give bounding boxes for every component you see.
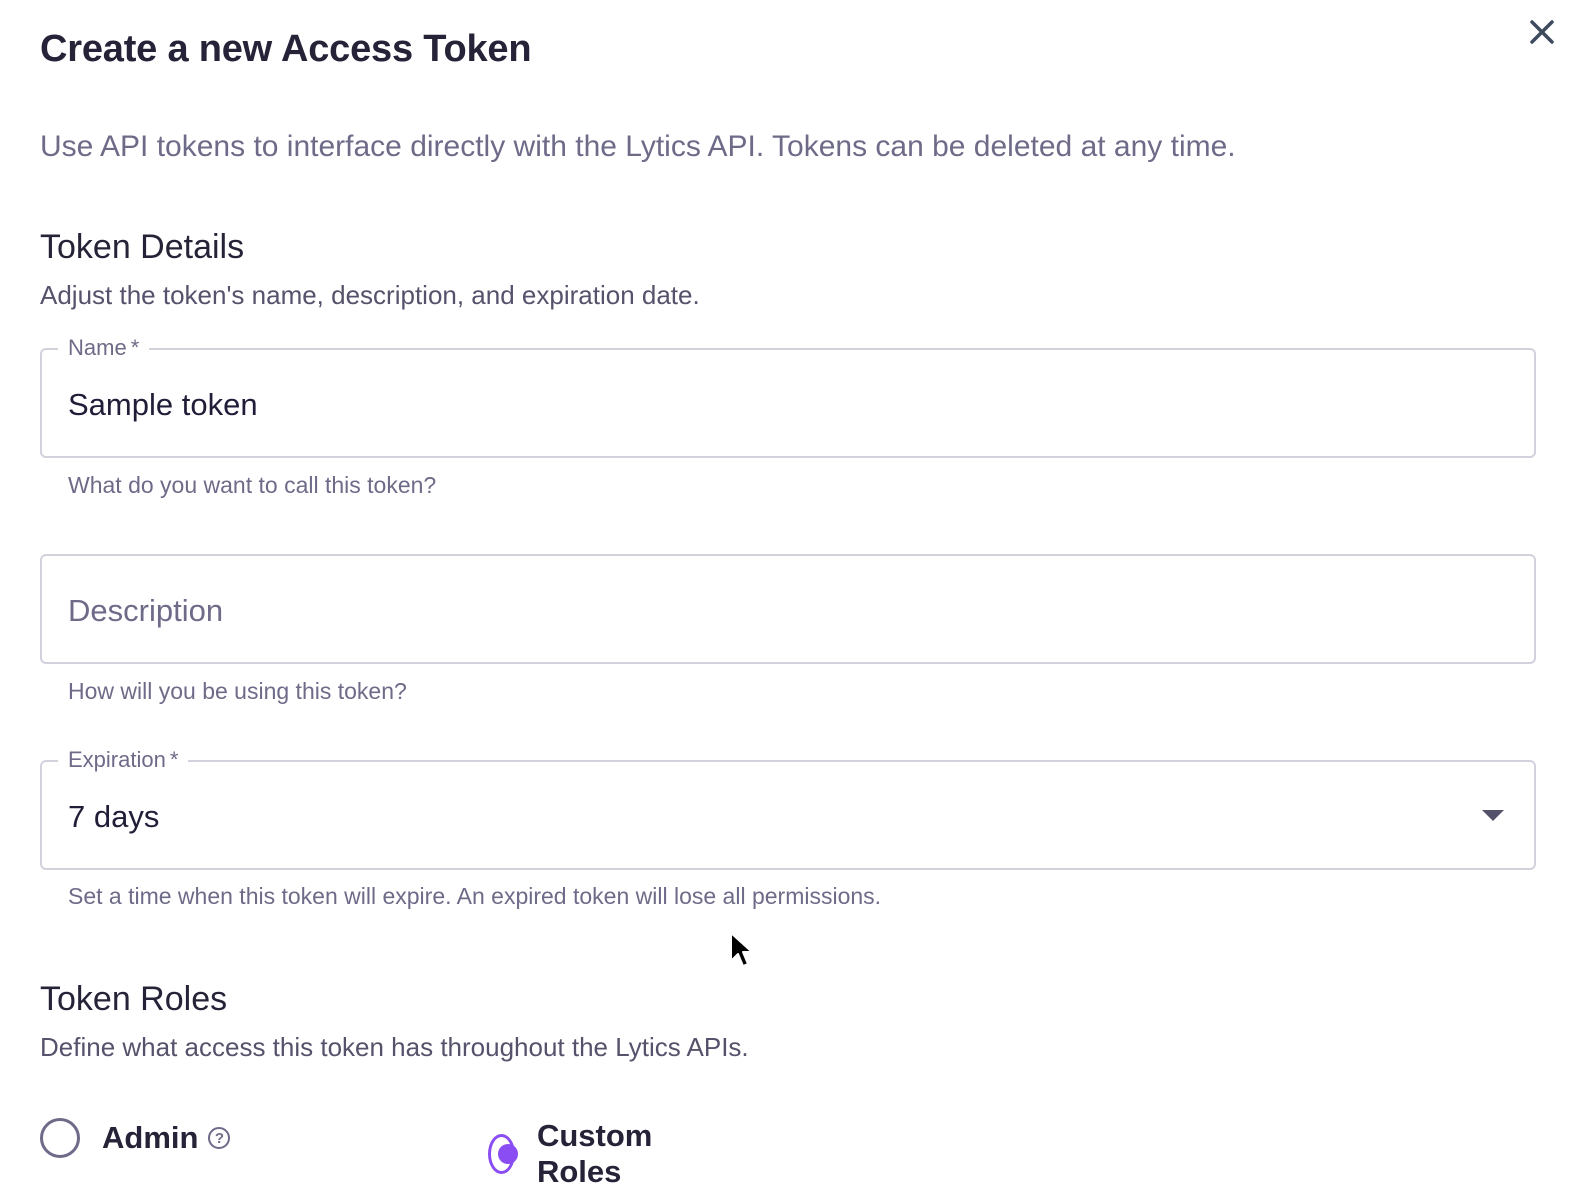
name-field[interactable]: Name * Sample token bbox=[40, 334, 1536, 458]
description-field-placeholder: Description bbox=[68, 593, 224, 628]
token-roles-title: Token Roles bbox=[40, 980, 228, 1018]
token-details-title: Token Details bbox=[40, 228, 245, 266]
custom-roles-radio[interactable]: Custom Roles bbox=[488, 1118, 665, 1190]
expiration-field-helper: Set a time when this token will expire. … bbox=[68, 883, 882, 909]
token-roles-description: Define what access this token has throug… bbox=[40, 1032, 749, 1062]
name-field-value: Sample token bbox=[68, 387, 258, 422]
radio-circle-unchecked[interactable] bbox=[40, 1118, 80, 1158]
dialog-intro: Use API tokens to interface directly wit… bbox=[40, 130, 1236, 163]
admin-radio[interactable]: Admin ? bbox=[40, 1118, 231, 1158]
description-field[interactable]: Description bbox=[40, 554, 1536, 664]
expiration-field-label: Expiration * bbox=[58, 746, 189, 774]
expiration-select[interactable]: Expiration * 7 days bbox=[40, 746, 1536, 870]
name-field-label: Name * bbox=[58, 334, 150, 362]
description-field-helper: How will you be using this token? bbox=[68, 678, 407, 704]
token-details-description: Adjust the token's name, description, an… bbox=[40, 280, 700, 310]
name-field-helper: What do you want to call this token? bbox=[68, 472, 437, 498]
custom-roles-radio-label: Custom Roles bbox=[536, 1118, 653, 1189]
required-marker: * bbox=[169, 747, 179, 772]
expiration-selected-value: 7 days bbox=[68, 799, 160, 834]
mouse-pointer-icon bbox=[730, 932, 753, 967]
caret-down-icon bbox=[1482, 810, 1504, 821]
required-marker: * bbox=[130, 335, 140, 360]
close-button[interactable] bbox=[1522, 12, 1562, 52]
close-icon bbox=[1530, 20, 1554, 44]
create-token-dialog: Create a new Access Token Use API tokens… bbox=[0, 0, 1570, 1189]
dialog-title: Create a new Access Token bbox=[40, 28, 532, 70]
question-circle-icon[interactable]: ? bbox=[208, 1127, 231, 1149]
radio-circle-checked[interactable] bbox=[488, 1134, 518, 1174]
admin-radio-label: Admin bbox=[102, 1120, 199, 1155]
